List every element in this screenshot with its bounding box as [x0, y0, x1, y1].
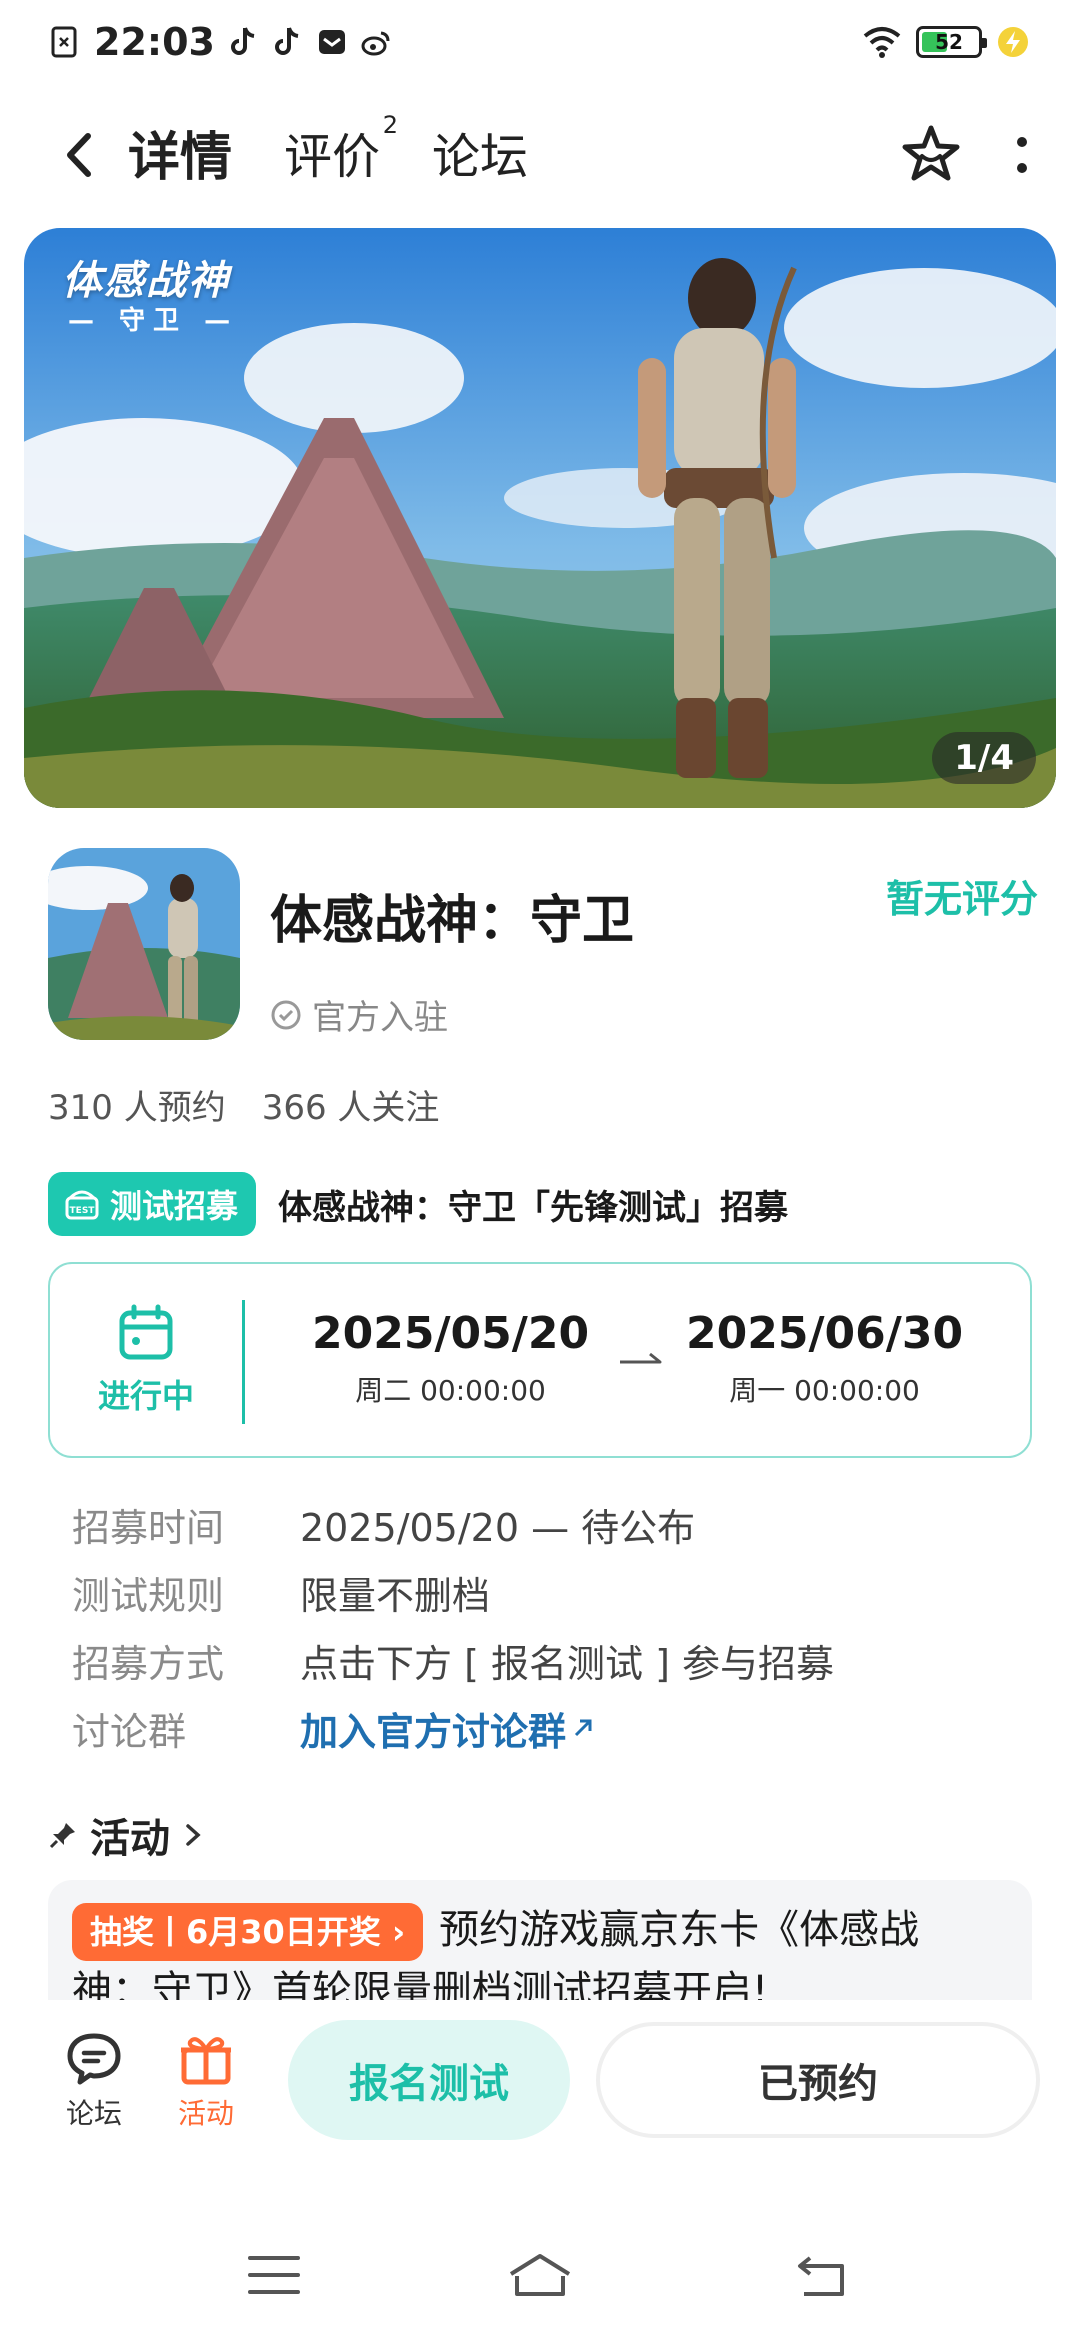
- info-value: 2025/05/20 — 待公布: [300, 1505, 696, 1550]
- tiktok-icon: [231, 27, 255, 55]
- card-divider: [242, 1300, 245, 1424]
- sim-off-icon: [51, 26, 77, 58]
- official-badge: 官方入驻: [270, 990, 448, 1039]
- wifi-icon: [863, 27, 901, 58]
- rating-status: 暂无评分: [885, 877, 1038, 921]
- info-row-rules: 测试规则 限量不删档: [72, 1558, 1032, 1626]
- follower-count: 366 人关注: [261, 1088, 440, 1128]
- app-icon: [48, 848, 240, 1040]
- join-group-label: 加入官方讨论群: [300, 1709, 567, 1754]
- back-button[interactable]: [48, 125, 108, 185]
- start-date: 2025/05/20: [312, 1308, 590, 1359]
- info-label: 测试规则: [72, 1573, 225, 1618]
- forum-shortcut[interactable]: 论坛: [44, 2030, 144, 2132]
- clock: 22:03: [94, 20, 215, 64]
- activity-heading: 活动: [90, 1816, 170, 1862]
- tab-reviews-badge: 2: [382, 111, 399, 139]
- verified-check-icon: [271, 1000, 301, 1029]
- activity-section-header[interactable]: 活动: [48, 1806, 204, 1864]
- recruit-header: TEST 测试招募 体感战神：守卫「先锋测试」招募: [48, 1172, 788, 1236]
- pin-icon: [49, 1823, 75, 1849]
- activity-line-1: 抽奖丨6月30日开奖 › 预约游戏赢京东卡《体感战: [72, 1900, 1008, 1961]
- chevron-left-icon: [67, 133, 91, 177]
- external-link-icon: [574, 1719, 592, 1737]
- battery-indicator: 52: [916, 26, 987, 58]
- info-value: 点击下方 [ 报名测试 ] 参与招募: [300, 1641, 834, 1686]
- mail-app-icon: [318, 30, 345, 54]
- info-row-time: 招募时间 2025/05/20 — 待公布: [72, 1490, 1032, 1558]
- recruit-info: 招募时间 2025/05/20 — 待公布 测试规则 限量不删档 招募方式 点击…: [72, 1490, 1032, 1762]
- info-row-method: 招募方式 点击下方 [ 报名测试 ] 参与招募: [72, 1626, 1032, 1694]
- tab-forum[interactable]: 论坛: [432, 117, 528, 193]
- menu-icon[interactable]: [244, 2250, 304, 2300]
- info-value: 限量不删档: [300, 1573, 491, 1618]
- info-label: 招募方式: [72, 1641, 225, 1686]
- favorite-star-icon[interactable]: [898, 122, 964, 188]
- lottery-badge-label: 抽奖丨6月30日开奖: [90, 1913, 381, 1951]
- tab-reviews[interactable]: 评价 2: [284, 111, 398, 193]
- recruit-tag-label: 测试招募: [110, 1187, 239, 1225]
- forum-shortcut-label: 论坛: [65, 2097, 122, 2130]
- svg-text:TEST: TEST: [70, 1206, 96, 1216]
- back-nav-icon[interactable]: [792, 2250, 852, 2300]
- gift-icon: [181, 2037, 231, 2085]
- calendar-icon: [119, 1304, 173, 1360]
- charging-icon: [998, 27, 1028, 57]
- start-date-block: 2025/05/20 周二 00:00:00: [312, 1308, 589, 1409]
- test-badge-icon: TEST: [65, 1190, 99, 1220]
- bottom-action-bar: 论坛 活动 报名测试 已预约: [0, 2000, 1080, 2170]
- system-nav-bar: [0, 2200, 1080, 2340]
- status-bar: 22:03 52: [0, 0, 1080, 84]
- info-label: 讨论群: [72, 1709, 187, 1754]
- chat-bubble-icon: [67, 2033, 121, 2085]
- app-stats: 310 人预约 366 人关注: [48, 1080, 439, 1129]
- top-nav: 详情 评价 2 论坛: [0, 100, 1080, 210]
- status-column: 进行中: [50, 1264, 242, 1456]
- more-options-icon[interactable]: [1014, 130, 1030, 180]
- info-row-group: 讨论群 加入官方讨论群: [72, 1694, 1032, 1762]
- status-label: 进行中: [97, 1377, 194, 1415]
- test-schedule-card: 进行中 2025/05/20 周二 00:00:00 2025/06/30 周一…: [48, 1262, 1032, 1458]
- recruit-title: 体感战神：守卫「先锋测试」招募: [278, 1187, 789, 1228]
- activity-shortcut-label: 活动: [177, 2097, 234, 2130]
- arrow-right-icon: [620, 1352, 662, 1364]
- weibo-icon: [361, 31, 390, 56]
- chevron-right-icon: [186, 1824, 201, 1846]
- tab-details[interactable]: 详情: [121, 115, 239, 196]
- activity-text-1: 预约游戏赢京东卡《体感战: [439, 1907, 920, 1953]
- reserved-button[interactable]: 已预约: [596, 2022, 1040, 2138]
- app-header: 体感战神：守卫 官方入驻 暂无评分: [48, 848, 1038, 1040]
- hero-banner[interactable]: 体感战神 — 守卫 — 1/4: [24, 228, 1056, 808]
- activity-text-2: 神：守卫》首轮限量删档测试招募开启!: [72, 1968, 769, 2000]
- reservation-count: 310 人预约: [48, 1088, 226, 1128]
- end-date-block: 2025/06/30 周一 00:00:00: [686, 1308, 963, 1409]
- signup-test-button[interactable]: 报名测试: [288, 2020, 570, 2140]
- recruit-tag: TEST 测试招募: [48, 1172, 257, 1236]
- banner-logo: 体感战神: [62, 258, 230, 304]
- info-label: 招募时间: [72, 1505, 225, 1550]
- end-time: 周一 00:00:00: [729, 1374, 920, 1407]
- end-date: 2025/06/30: [686, 1308, 964, 1359]
- tiktok-icon-2: [275, 27, 299, 55]
- banner-logo-sub: — 守卫 —: [68, 306, 239, 336]
- app-title: 体感战神：守卫: [270, 891, 635, 951]
- official-label: 官方入驻: [312, 998, 448, 1038]
- join-group-link[interactable]: 加入官方讨论群: [300, 1701, 594, 1756]
- app-icon-artwork: [48, 848, 240, 1040]
- image-counter: 1/4: [932, 732, 1036, 784]
- home-icon[interactable]: [505, 2250, 575, 2300]
- start-time: 周二 00:00:00: [355, 1374, 546, 1407]
- activity-card[interactable]: 抽奖丨6月30日开奖 › 预约游戏赢京东卡《体感战 神：守卫》首轮限量删档测试招募…: [48, 1880, 1032, 2000]
- lottery-badge: 抽奖丨6月30日开奖 ›: [72, 1903, 424, 1961]
- activity-shortcut[interactable]: 活动: [156, 2030, 256, 2132]
- tab-reviews-label: 评价: [284, 129, 381, 185]
